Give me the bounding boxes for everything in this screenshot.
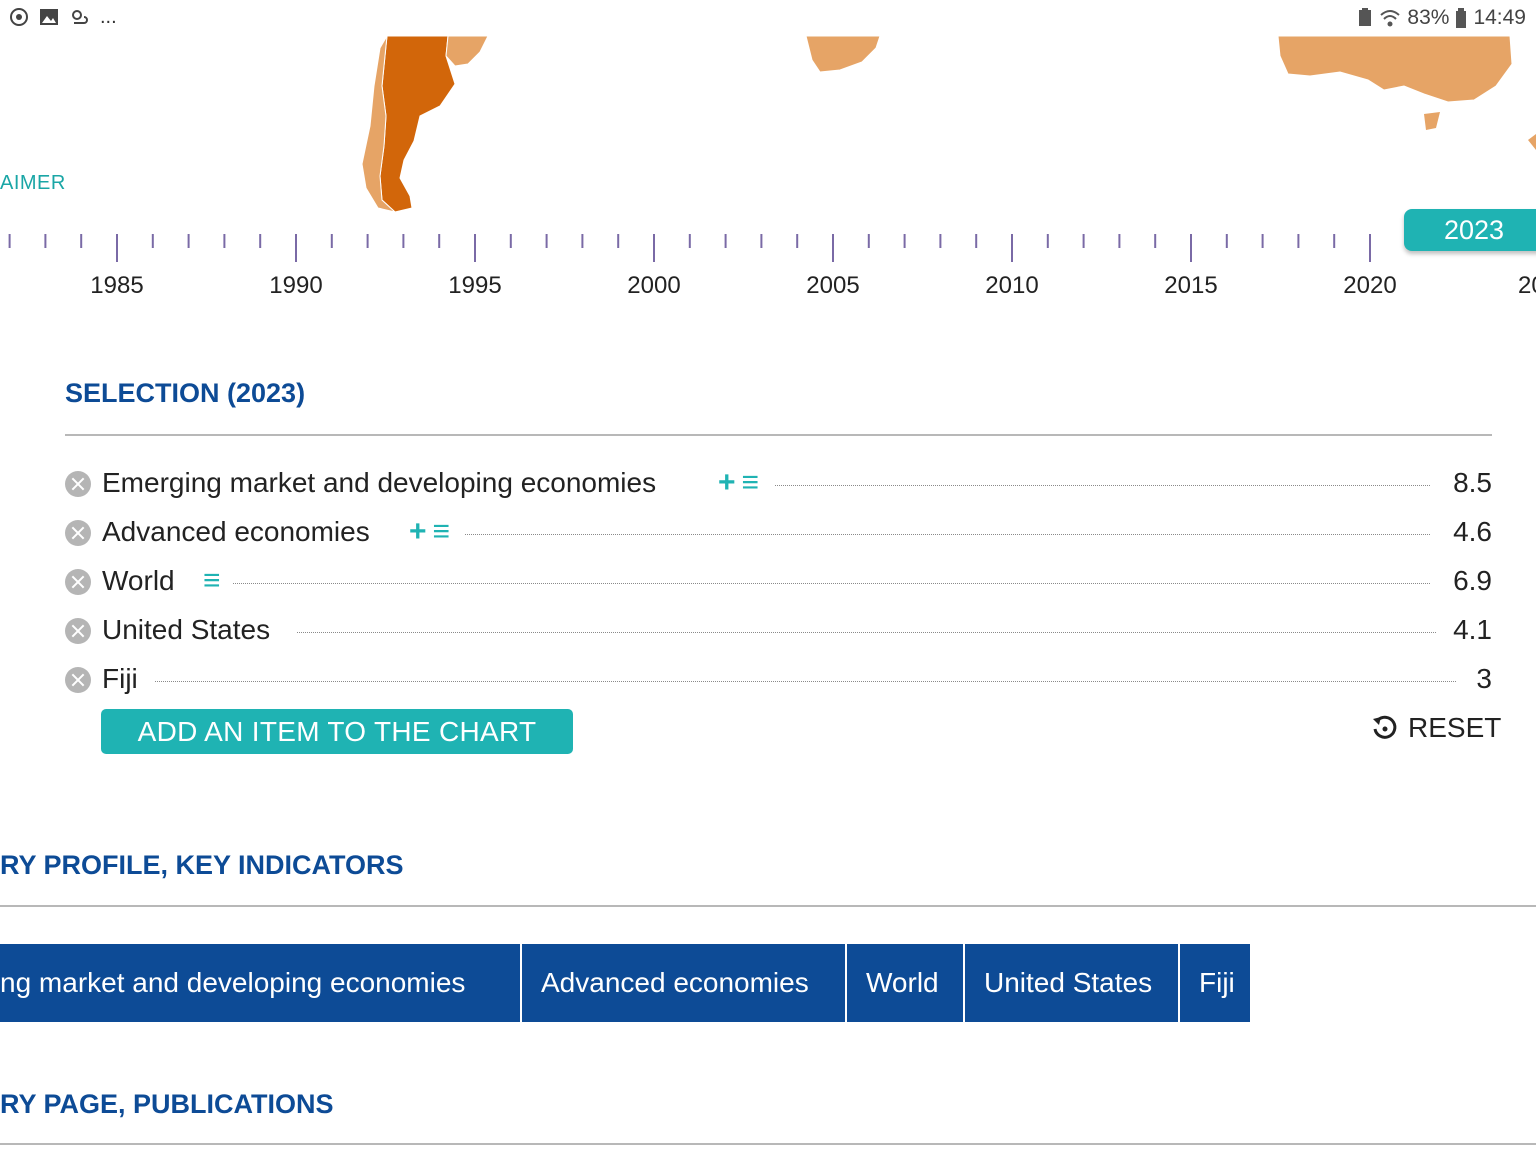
list-icon[interactable]: ≡: [203, 565, 221, 597]
add-icon[interactable]: +: [718, 467, 736, 499]
publications-divider: [0, 1143, 1536, 1145]
profile-divider: [0, 905, 1536, 907]
year-label[interactable]: 1990: [269, 272, 322, 300]
profile-section-title: RY PROFILE, KEY INDICATORS: [0, 850, 404, 880]
battery-saver-icon: [1359, 8, 1372, 26]
row-value: 8.5: [1453, 467, 1492, 498]
row-label: United States: [102, 614, 271, 645]
leader-line: [233, 583, 1430, 584]
selection-row-united-states: United States 4.1: [65, 610, 1492, 650]
weather-icon: [72, 10, 88, 24]
tab-united-states[interactable]: United States: [965, 944, 1180, 1022]
row-value: 6.9: [1453, 565, 1492, 596]
tab-emde[interactable]: ng market and developing economies: [0, 944, 522, 1022]
sync-icon: [10, 8, 28, 26]
map-region-nz: [1528, 134, 1536, 150]
map-region-tasmania: [1424, 112, 1440, 130]
selection-divider: [65, 434, 1492, 436]
remove-icon[interactable]: [65, 667, 91, 693]
selection-row-fiji: Fiji 3: [65, 659, 1492, 699]
map-region-australia: [1277, 36, 1513, 103]
list-icon[interactable]: ≡: [742, 467, 760, 499]
selection-row-world: World ≡ 6.9: [65, 561, 1492, 601]
selected-year-badge[interactable]: 2023: [1404, 209, 1536, 251]
add-icon[interactable]: +: [409, 516, 427, 548]
row-label: Fiji: [102, 663, 138, 694]
status-right: 83% 14:49: [1357, 6, 1526, 30]
year-label[interactable]: 2020: [1343, 272, 1396, 300]
battery-percent: 83%: [1407, 6, 1450, 29]
tab-fiji[interactable]: Fiji: [1180, 944, 1252, 1022]
leader-line: [465, 534, 1430, 535]
status-left: ...: [8, 6, 117, 28]
year-label[interactable]: 20: [1518, 272, 1536, 300]
leader-line: [297, 632, 1436, 633]
disclaimer-link[interactable]: AIMER: [0, 172, 66, 195]
year-label[interactable]: 2005: [806, 272, 859, 300]
row-label: Emerging market and developing economies: [102, 467, 657, 498]
leader-line: [775, 485, 1430, 486]
remove-icon[interactable]: [65, 569, 91, 595]
status-overflow: ...: [100, 6, 117, 28]
world-map[interactable]: [0, 36, 1536, 216]
wifi-icon: [1380, 10, 1401, 27]
clock: 14:49: [1473, 6, 1526, 29]
reset-icon: [1373, 715, 1397, 739]
year-label[interactable]: 2015: [1164, 272, 1217, 300]
row-value: 4.1: [1453, 614, 1492, 645]
selection-title: SELECTION (2023): [65, 378, 306, 408]
leader-line: [155, 681, 1456, 682]
image-icon: [40, 9, 58, 25]
row-value: 4.6: [1453, 516, 1492, 547]
row-value: 3: [1476, 663, 1492, 694]
remove-icon[interactable]: [65, 520, 91, 546]
year-label[interactable]: 1985: [90, 272, 143, 300]
reset-label: RESET: [1408, 712, 1502, 743]
publications-section-title: RY PAGE, PUBLICATIONS: [0, 1089, 334, 1119]
reset-button[interactable]: RESET: [1370, 712, 1501, 744]
remove-icon[interactable]: [65, 618, 91, 644]
row-label: World: [102, 565, 175, 596]
map-region-south-africa: [805, 36, 881, 73]
map-region-argentina: [379, 36, 456, 213]
row-tools: + ≡: [409, 516, 450, 548]
year-label[interactable]: 2010: [985, 272, 1038, 300]
row-tools: + ≡: [718, 467, 759, 499]
status-bar: ... 83% 14:49: [0, 0, 1536, 36]
remove-icon[interactable]: [65, 471, 91, 497]
year-timeline[interactable]: 1985199019952000200520102015202020: [0, 220, 1536, 310]
battery-icon: [1456, 8, 1467, 28]
add-item-button[interactable]: ADD AN ITEM TO THE CHART: [101, 709, 573, 754]
year-label[interactable]: 2000: [627, 272, 680, 300]
timeline-ticks: [8, 234, 1371, 262]
selection-row-advanced: Advanced economies + ≡ 4.6: [65, 512, 1492, 552]
year-label[interactable]: 1995: [448, 272, 501, 300]
list-icon[interactable]: ≡: [433, 516, 451, 548]
country-tabs: ng market and developing economies Advan…: [0, 944, 1252, 1022]
row-tools: ≡: [203, 565, 221, 597]
row-label: Advanced economies: [102, 516, 370, 547]
tab-world[interactable]: World: [847, 944, 965, 1022]
map-region-uruguay: [445, 36, 489, 67]
selection-row-emde: Emerging market and developing economies…: [65, 463, 1492, 503]
tab-advanced[interactable]: Advanced economies: [522, 944, 847, 1022]
